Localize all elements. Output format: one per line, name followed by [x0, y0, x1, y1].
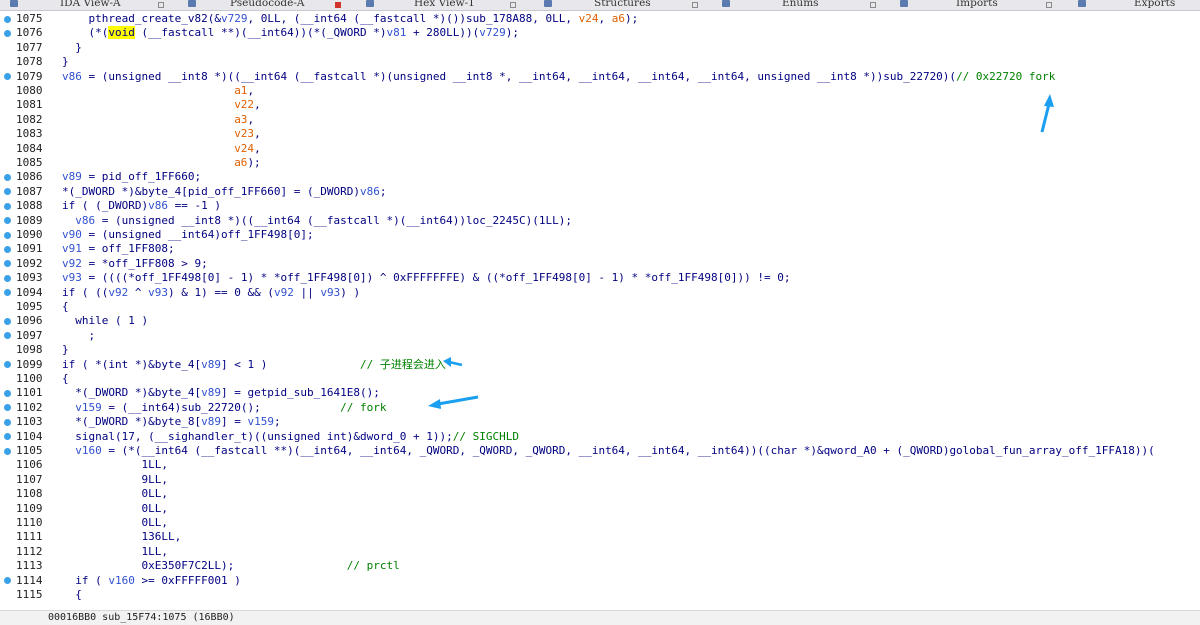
status-bar: 00016BB0 sub_15F74:1075 (16BB0) — [0, 610, 1200, 625]
annotation-arrows — [428, 94, 1054, 409]
annotation-arrow-child-process — [443, 357, 463, 367]
annotation-arrow-fork-comment — [1040, 94, 1054, 133]
status-address: 00016BB0 sub_15F74:1075 (16BB0) — [48, 612, 235, 623]
annotation-arrow-fork-call — [428, 395, 479, 409]
